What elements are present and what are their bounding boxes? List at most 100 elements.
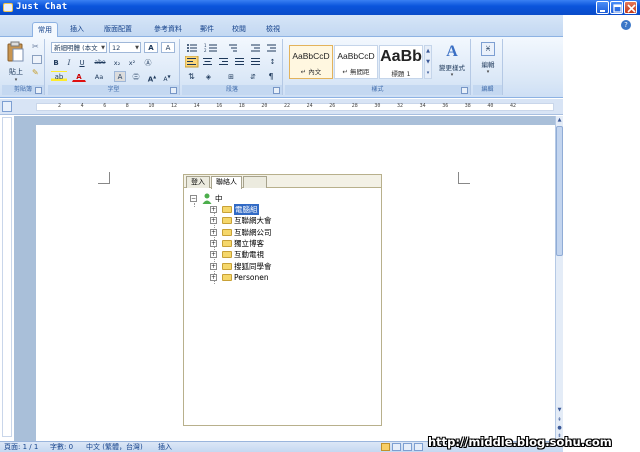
close-button[interactable] [624, 1, 637, 14]
expand-icon[interactable]: + [210, 217, 217, 225]
align-right-button[interactable] [217, 56, 230, 67]
contact-group-label: 獨立博客 [234, 238, 264, 248]
tab-login[interactable]: 登入 [186, 176, 210, 188]
copy-icon[interactable] [32, 55, 42, 64]
folder-icon [222, 228, 232, 236]
paragraph-launcher-icon[interactable] [273, 87, 280, 94]
tab-page-layout[interactable]: 版面配置 [98, 22, 138, 37]
browse-object-icon[interactable]: ● [556, 424, 563, 432]
multilevel-list-button[interactable] [222, 42, 236, 53]
scroll-down-icon[interactable]: ▼ [556, 406, 563, 414]
expand-icon[interactable]: + [210, 239, 217, 247]
tab-empty[interactable] [243, 176, 267, 188]
grow-font-icon[interactable]: A▲ [146, 71, 158, 83]
justify-button[interactable] [233, 56, 246, 67]
align-center-button[interactable] [201, 56, 214, 67]
print-layout-icon[interactable] [381, 443, 390, 451]
style-heading-1[interactable]: AaBb 標題 1 [379, 45, 423, 79]
style-normal[interactable]: AaBbCcD ↵ 內文 [289, 45, 333, 79]
collapse-icon[interactable]: − [190, 195, 197, 202]
grow-font-button[interactable]: A [144, 42, 158, 53]
close-icon [627, 4, 636, 13]
font-launcher-icon[interactable] [170, 87, 177, 94]
maximize-button[interactable] [610, 1, 623, 14]
decrease-indent-button[interactable] [246, 42, 260, 53]
numbering-button[interactable] [202, 42, 216, 53]
font-color-button[interactable]: A [72, 71, 86, 82]
bullets-button[interactable] [184, 42, 198, 53]
vertical-scrollbar[interactable]: ▲ ▼ ⇞ ● ⇟ [555, 116, 563, 441]
ruler-number: 38 [464, 103, 471, 109]
clear-format-icon: A [165, 44, 171, 52]
expand-icon[interactable]: + [210, 251, 217, 259]
tab-references[interactable]: 參考資料 [148, 22, 188, 37]
help-icon[interactable]: ? [621, 20, 631, 30]
ruler-number: 24 [306, 103, 313, 109]
borders-icon[interactable]: ⊞ [222, 71, 240, 82]
ruler-number: 18 [238, 103, 245, 109]
align-left-button[interactable] [185, 56, 198, 67]
increase-indent-button[interactable] [262, 42, 276, 53]
outline-icon[interactable] [414, 443, 423, 451]
folder-icon [222, 239, 232, 247]
italic-button[interactable]: I [64, 57, 74, 68]
bold-button[interactable]: B [51, 57, 61, 68]
tab-mailings[interactable]: 郵件 [196, 22, 218, 37]
tab-home[interactable]: 常用 [32, 22, 58, 38]
web-layout-icon[interactable] [403, 443, 412, 451]
styles-scroll[interactable]: ▲ ▼ ▾ [424, 45, 432, 79]
expand-icon[interactable]: + [210, 206, 217, 213]
ruler-number: 22 [284, 103, 291, 109]
expand-icon[interactable]: + [210, 228, 217, 236]
clear-format-button[interactable]: A [161, 42, 175, 53]
status-page[interactable]: 頁面: 1 / 1 [4, 442, 38, 452]
styles-launcher-icon[interactable] [461, 87, 468, 94]
format-painter-icon[interactable]: ✎ [32, 68, 42, 77]
user-icon [202, 193, 212, 204]
sort-icon[interactable]: ⇵ [246, 71, 260, 82]
expand-icon[interactable]: + [210, 273, 217, 281]
text-effect-icon[interactable]: Ⓐ [141, 57, 155, 68]
highlight-button[interactable]: ab [51, 71, 67, 82]
subscript-button[interactable]: x₂ [111, 57, 123, 68]
line-spacing-icon[interactable]: ↕ [266, 56, 279, 67]
tab-view[interactable]: 檢視 [262, 22, 284, 37]
paste-button[interactable]: 貼上 ▾ [5, 41, 27, 83]
strikethrough-button[interactable]: abe [92, 57, 108, 68]
tab-insert[interactable]: 插入 [66, 22, 88, 37]
tab-review[interactable]: 校閱 [228, 22, 250, 37]
ruler-number: 40 [487, 103, 494, 109]
shrink-font-button[interactable]: A▼ [161, 71, 173, 83]
ruler-strip[interactable] [36, 103, 554, 111]
find-button[interactable]: ♓ 編輯 ▾ [476, 42, 500, 82]
status-words[interactable]: 字數: 0 [50, 442, 73, 452]
scroll-thumb[interactable] [556, 126, 563, 256]
distributed-button[interactable] [249, 56, 262, 67]
status-language[interactable]: 中文 (繁體，台灣) [86, 442, 143, 452]
cut-icon[interactable]: ✂ [32, 42, 42, 51]
change-case-button[interactable]: Aa [91, 71, 107, 82]
change-styles-button[interactable]: A 變更樣式 ▾ [435, 42, 469, 82]
expand-icon[interactable]: + [210, 262, 217, 270]
enclosed-char-icon[interactable]: ㊂ [130, 71, 142, 82]
show-marks-icon[interactable]: ¶ [264, 71, 278, 82]
prev-page-icon[interactable]: ⇞ [556, 416, 563, 424]
minimize-button[interactable] [596, 1, 609, 14]
scroll-up-icon[interactable]: ▲ [556, 116, 563, 124]
superscript-button[interactable]: x² [126, 57, 138, 68]
character-shading-button[interactable]: A [114, 71, 126, 82]
full-screen-icon[interactable] [392, 443, 401, 451]
underline-button[interactable]: U [77, 57, 87, 68]
tree-line [194, 203, 195, 207]
ribbon-tab-strip: 常用 插入 版面配置 參考資料 郵件 校閱 檢視 [0, 15, 563, 38]
folder-icon [222, 217, 232, 225]
clipboard-launcher-icon[interactable] [35, 87, 42, 94]
font-size-dropdown[interactable]: 12 ▼ [109, 42, 141, 53]
style-no-spacing[interactable]: AaBbCcD ↵ 無間距 [334, 45, 378, 79]
status-mode[interactable]: 插入 [158, 442, 172, 452]
tab-contacts[interactable]: 聯絡人 [211, 176, 242, 189]
ruler-toggle-icon[interactable] [2, 101, 12, 112]
text-direction-icon[interactable]: ⇅ [185, 71, 198, 82]
shading-icon[interactable]: ◈ [202, 71, 215, 82]
font-name-dropdown[interactable]: 新細明體 (本文 ▼ [51, 42, 107, 53]
